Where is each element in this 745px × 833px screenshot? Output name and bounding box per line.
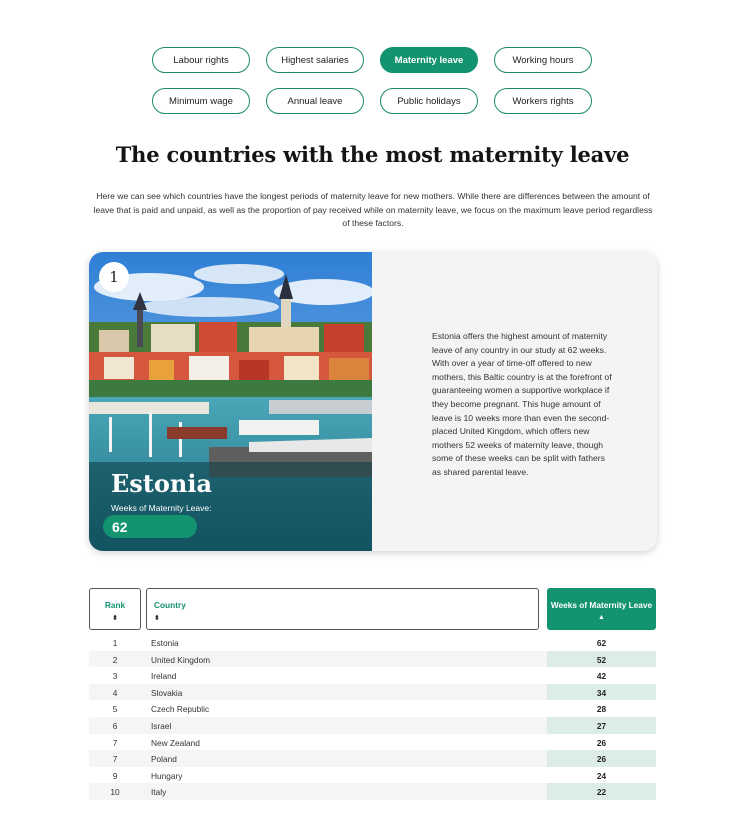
cell-country: Israel	[151, 720, 172, 731]
cell-weeks: 62	[596, 638, 607, 648]
cell-rank: 4	[112, 687, 118, 698]
column-header-country[interactable]: Country ⬍	[146, 588, 539, 630]
cell-weeks: 26	[596, 737, 607, 748]
table-row: 3 Ireland 42	[89, 667, 656, 684]
rank-badge: 1	[99, 262, 129, 292]
tab-annual-leave[interactable]: Annual leave	[266, 88, 364, 114]
intro-paragraph: Here we can see which countries have the…	[93, 191, 653, 228]
cell-rank: 7	[112, 754, 118, 765]
table-row: 10 Italy 22	[89, 783, 656, 800]
category-tabs: Labour rights Highest salaries Maternity…	[152, 47, 594, 114]
cell-weeks: 28	[596, 704, 607, 715]
table-row: 7 New Zealand 26	[89, 734, 656, 751]
cell-country: Poland	[151, 754, 177, 765]
sort-icon: ⬍	[112, 615, 118, 622]
cell-weeks: 52	[547, 650, 656, 668]
cell-weeks: 26	[547, 750, 656, 767]
cell-rank: 9	[112, 770, 118, 781]
cell-country: Czech Republic	[151, 704, 210, 715]
cell-rank: 6	[112, 720, 118, 731]
cell-country: Hungary	[151, 770, 183, 781]
cell-weeks: 27	[547, 716, 656, 734]
cell-country: Ireland	[151, 671, 177, 682]
tab-minimum-wage[interactable]: Minimum wage	[152, 88, 250, 114]
card-weeks-value: 62	[103, 515, 197, 538]
column-header-weeks-label: Weeks of Maternity Leave	[550, 600, 653, 610]
cell-rank: 2	[112, 654, 118, 665]
cell-rank: 1	[112, 638, 118, 648]
tab-public-holidays[interactable]: Public holidays	[380, 88, 478, 114]
table-row: 2 United Kingdom 52	[89, 650, 656, 668]
cell-weeks: 24	[596, 770, 607, 781]
cell-country: New Zealand	[151, 737, 200, 748]
table-body: 1 Estonia 62 2 United Kingdom 52 3 Irela…	[89, 634, 656, 800]
sort-icon: ⬍	[154, 615, 160, 622]
sort-ascending-icon: ▲	[598, 614, 605, 621]
table-row: 5 Czech Republic 28	[89, 700, 656, 717]
cell-country: Italy	[151, 787, 167, 798]
tab-highest-salaries[interactable]: Highest salaries	[266, 47, 364, 73]
tab-maternity-leave[interactable]: Maternity leave	[380, 47, 478, 73]
cell-country: Slovakia	[151, 687, 183, 698]
table-row: 1 Estonia 62	[89, 634, 656, 651]
column-header-weeks[interactable]: Weeks of Maternity Leave ▲	[547, 588, 656, 630]
tab-workers-rights[interactable]: Workers rights	[494, 88, 592, 114]
cell-weeks: 22	[547, 783, 656, 800]
card-country-name: Estonia	[111, 469, 213, 498]
cell-rank: 7	[112, 737, 118, 748]
cell-rank: 10	[110, 787, 120, 798]
table-row: 7 Poland 26	[89, 750, 656, 767]
column-header-rank[interactable]: Rank ⬍	[89, 588, 141, 630]
table-row: 4 Slovakia 34	[89, 683, 656, 701]
tab-labour-rights[interactable]: Labour rights	[152, 47, 250, 73]
cell-rank: 5	[112, 704, 118, 715]
cell-weeks: 34	[547, 683, 656, 701]
card-description: Estonia offers the highest amount of mat…	[432, 331, 612, 477]
cell-weeks: 42	[596, 671, 607, 682]
cell-country: United Kingdom	[151, 654, 211, 665]
column-header-rank-label: Rank	[104, 600, 126, 610]
cell-country: Estonia	[151, 638, 179, 648]
country-card: 1 Estonia Weeks of Maternity Leave: 62 E…	[89, 252, 657, 551]
column-header-country-label: Country	[154, 600, 186, 610]
tab-working-hours[interactable]: Working hours	[494, 47, 592, 73]
cell-rank: 3	[112, 671, 118, 682]
page-title: The countries with the most maternity le…	[115, 142, 630, 167]
table-row: 6 Israel 27	[89, 716, 656, 734]
table-row: 9 Hungary 24	[89, 767, 656, 784]
card-weeks-label: Weeks of Maternity Leave:	[111, 503, 212, 513]
